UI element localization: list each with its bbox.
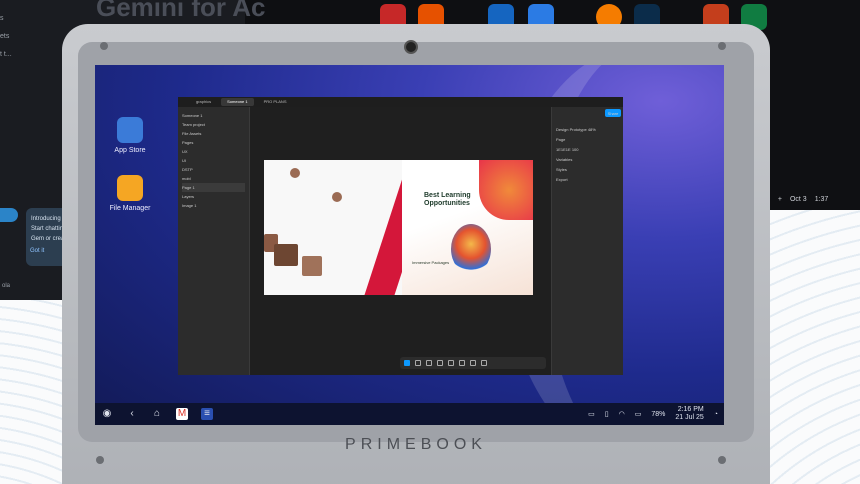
hero-gradient <box>479 160 533 220</box>
project-name: Someone 1 <box>182 113 203 118</box>
launcher-icon[interactable]: ◉ <box>101 408 113 420</box>
desktop-icon-app-store[interactable]: App Store <box>95 117 165 154</box>
figma-canvas[interactable]: Best Learning Opportunities Immersive Pa… <box>250 107 551 375</box>
hero-title: Best Learning Opportunities <box>424 192 471 207</box>
laptop-brand: PRIMEBOOK <box>345 436 487 453</box>
system-tray: ▭ ▯ ◠ ▭ 78% 2:16 PM 21 Jul 25 ◔ <box>588 406 718 422</box>
screenshot-icon[interactable]: ▭ <box>588 410 595 418</box>
pen-tool-icon[interactable] <box>437 360 443 366</box>
screw-dot <box>96 456 104 464</box>
tab-file[interactable]: File <box>182 131 188 136</box>
clipboard-icon[interactable]: ▯ <box>605 410 609 418</box>
gmail-icon[interactable]: M <box>176 408 188 420</box>
photo <box>274 244 298 266</box>
resources-tool-icon[interactable] <box>470 360 476 366</box>
text-tool-icon[interactable] <box>448 360 454 366</box>
desktop-icon-file-manager[interactable]: File Manager <box>95 175 165 212</box>
screw-dot <box>718 42 726 50</box>
layers-header: Layers <box>182 194 195 199</box>
laptop-screen: App Store File Manager graphics Someone … <box>95 65 724 425</box>
avatar <box>290 168 300 178</box>
taskbar: ◉ ‹ ⌂ M ≡ ▭ ▯ ◠ ▭ 78% 2:16 PM 21 Jul 25 … <box>95 403 724 425</box>
screw-dot <box>718 456 726 464</box>
design-prototype-tabs: Design Prototype 48% <box>556 125 619 135</box>
styles-section[interactable]: Styles <box>556 165 619 175</box>
section-subhead: Immersive Packages <box>412 260 450 265</box>
gemini-heading: Gemini for Ac <box>96 0 266 22</box>
wifi-icon[interactable]: ◠ <box>619 410 625 418</box>
page-item[interactable]: UI <box>182 156 245 165</box>
folder-icon <box>117 175 143 201</box>
screw-dot <box>100 42 108 50</box>
pages-header: Pages <box>182 140 194 145</box>
right-status-bar: ✎ + Oct 3 1:37 <box>756 188 860 210</box>
dev-mode-icon[interactable] <box>481 360 487 366</box>
export-section[interactable]: Export <box>556 175 619 185</box>
clock[interactable]: 2:16 PM 21 Jul 25 <box>675 406 703 422</box>
figma-tab-bar: graphics Someone 1 PRO PLANS <box>178 97 623 107</box>
figma-right-panel: Share Design Prototype 48% Page 1E1E1E 1… <box>551 107 623 375</box>
page-section-label: Page <box>556 137 566 142</box>
plus-icon: + <box>777 195 782 203</box>
figma-window: graphics Someone 1 PRO PLANS Someone 1 T… <box>178 97 623 375</box>
notification-bell-icon[interactable]: ◔ <box>714 411 718 418</box>
design-frame[interactable]: Best Learning Opportunities Immersive Pa… <box>264 160 533 295</box>
photo <box>302 256 322 276</box>
app-store-icon <box>117 117 143 143</box>
left-pill <box>0 208 18 222</box>
tab-prototype[interactable]: Prototype <box>570 127 587 132</box>
tab-graphics[interactable]: graphics <box>190 98 217 106</box>
variables-section[interactable]: Variables <box>556 155 619 165</box>
webcam-icon <box>404 40 418 54</box>
page-item[interactable]: mobl <box>182 174 245 183</box>
figma-toolbar <box>400 357 546 369</box>
comment-tool-icon[interactable] <box>459 360 465 366</box>
figma-left-panel: Someone 1 Team project File Assets Pages… <box>178 107 250 375</box>
tab-design[interactable]: Design <box>556 127 568 132</box>
page-color-field[interactable]: 1E1E1E 100 <box>556 145 619 155</box>
avatar <box>332 192 342 202</box>
page-item[interactable]: DSTP <box>182 165 245 174</box>
hero-illustration <box>451 224 491 274</box>
back-icon[interactable]: ‹ <box>126 408 138 420</box>
file-assets-tabs: File Assets <box>182 129 245 138</box>
project-subtitle: Team project <box>182 122 205 127</box>
tab-someone-1[interactable]: Someone 1 <box>221 98 254 106</box>
zoom-level[interactable]: 48% <box>588 127 596 132</box>
battery-percent: 78% <box>651 410 666 418</box>
left-bottom-text: ola <box>2 283 11 289</box>
tab-pro-plans[interactable]: PRO PLANS <box>258 98 293 106</box>
got-it-button[interactable]: Got it <box>30 248 44 254</box>
share-button[interactable]: Share <box>605 109 621 117</box>
layer-item[interactable]: Image 1 <box>182 201 245 210</box>
tab-assets[interactable]: Assets <box>189 131 201 136</box>
home-icon[interactable]: ⌂ <box>151 408 163 420</box>
app-switcher-icon[interactable]: ≡ <box>201 408 213 420</box>
left-sidebar-fragments: s ets t t... <box>0 15 12 58</box>
battery-icon[interactable]: ▭ <box>635 410 642 418</box>
frame-tool-icon[interactable] <box>415 360 421 366</box>
page-item[interactable]: UX <box>182 147 245 156</box>
rectangle-tool-icon[interactable] <box>426 360 432 366</box>
move-tool-icon[interactable] <box>404 360 410 366</box>
page-item-selected[interactable]: Page 1 <box>182 183 245 192</box>
